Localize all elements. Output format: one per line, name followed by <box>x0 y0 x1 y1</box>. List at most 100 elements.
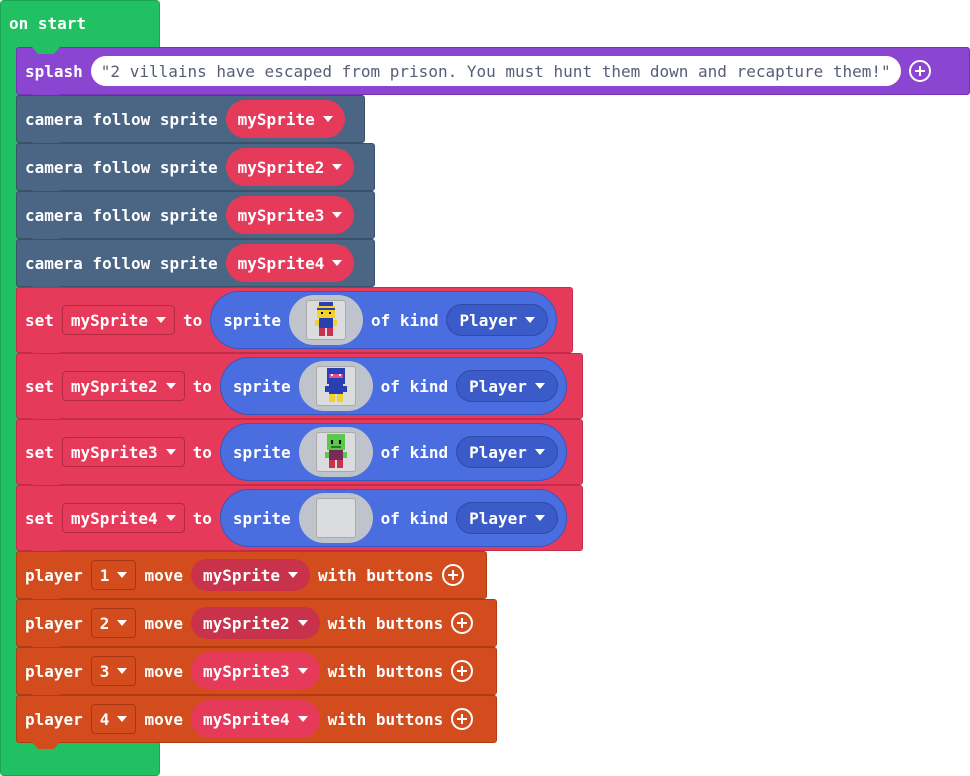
kind-label: Player <box>469 508 527 528</box>
sprite-variable-dropdown[interactable]: mySprite2 <box>190 607 320 639</box>
sprite-keyword: sprite <box>232 508 291 528</box>
player-keyword: player <box>25 613 83 633</box>
chevron-down-icon <box>155 317 166 323</box>
of-kind-keyword: of kind <box>380 508 449 528</box>
player-number-dropdown[interactable]: 1 <box>90 560 137 590</box>
variable-dropdown[interactable]: mySprite3 <box>61 437 185 467</box>
sprite-of-kind-block[interactable]: sprite of kind Player <box>219 489 567 547</box>
sprite-variable-label: mySprite <box>237 109 315 129</box>
variable-dropdown[interactable]: mySprite <box>61 305 175 335</box>
sprite-variable-label: mySprite2 <box>202 613 290 633</box>
yellow-hero-sprite-icon <box>306 300 347 340</box>
sprite-variable-label: mySprite <box>202 565 281 585</box>
sprite-image-picker[interactable] <box>298 427 373 477</box>
variable-label: mySprite2 <box>70 376 158 396</box>
chevron-down-icon <box>165 515 176 521</box>
kind-dropdown[interactable]: Player <box>456 502 558 534</box>
player-number-dropdown[interactable]: 2 <box>90 608 137 638</box>
chevron-down-icon <box>117 716 128 722</box>
expand-plus-icon[interactable] <box>451 708 474 730</box>
with-buttons-label: with buttons <box>327 661 444 681</box>
sprite-variable-label: mySprite4 <box>237 253 325 273</box>
sprite-variable-label: mySprite3 <box>237 205 325 225</box>
chevron-down-icon <box>117 572 128 578</box>
chevron-down-icon <box>288 572 299 578</box>
kind-dropdown[interactable]: Player <box>456 436 558 468</box>
move-keyword: move <box>144 661 183 681</box>
chevron-down-icon <box>534 449 545 455</box>
player-number-dropdown[interactable]: 3 <box>90 656 137 686</box>
kind-dropdown[interactable]: Player <box>456 370 558 402</box>
expand-plus-icon[interactable] <box>451 660 474 682</box>
move-keyword: move <box>144 709 183 729</box>
sprite-of-kind-block[interactable]: sprite of kind Player <box>219 423 567 481</box>
set-keyword: set <box>25 310 54 330</box>
kind-dropdown[interactable]: Player <box>446 304 549 336</box>
variable-label: mySprite4 <box>70 508 158 528</box>
sprite-variable-dropdown[interactable]: mySprite4 <box>190 700 320 738</box>
chevron-down-icon <box>297 668 308 674</box>
expand-plus-icon[interactable] <box>908 60 931 82</box>
player-move-block[interactable]: player 2 move mySprite2 with buttons <box>16 599 497 653</box>
sprite-of-kind-block[interactable]: sprite of kind Player <box>219 357 567 415</box>
player-number-dropdown[interactable]: 4 <box>90 704 137 734</box>
set-sprite-block[interactable]: set mySprite3 to sprite of kind Player <box>16 419 583 491</box>
to-keyword: to <box>192 376 212 396</box>
camera-follow-block[interactable]: camera follow sprite mySprite4 <box>16 239 375 293</box>
chevron-down-icon <box>117 668 128 674</box>
set-sprite-block[interactable]: set mySprite to sprite of kind Player <box>16 287 573 359</box>
set-keyword: set <box>25 376 54 396</box>
chevron-down-icon <box>332 164 343 170</box>
variable-dropdown[interactable]: mySprite4 <box>61 503 185 533</box>
player-move-block[interactable]: player 1 move mySprite with buttons <box>16 551 487 605</box>
sprite-variable-dropdown[interactable]: mySprite <box>190 559 311 591</box>
chevron-down-icon <box>332 212 343 218</box>
splash-keyword: splash <box>25 61 83 81</box>
of-kind-keyword: of kind <box>371 310 439 330</box>
expand-plus-icon[interactable] <box>451 612 474 634</box>
sprite-image-picker[interactable] <box>289 295 364 345</box>
variable-dropdown[interactable]: mySprite2 <box>61 371 185 401</box>
set-sprite-block[interactable]: set mySprite4 to sprite of kind Player <box>16 485 583 557</box>
sprite-keyword: sprite <box>232 376 291 396</box>
splash-text-input[interactable]: "2 villains have escaped from prison. Yo… <box>90 56 901 86</box>
chevron-down-icon <box>332 260 343 266</box>
camera-follow-label: camera follow sprite <box>25 109 218 129</box>
to-keyword: to <box>192 508 212 528</box>
sprite-of-kind-block[interactable]: sprite of kind Player <box>210 291 558 349</box>
expand-plus-icon[interactable] <box>441 564 464 586</box>
camera-follow-block[interactable]: camera follow sprite mySprite3 <box>16 191 375 245</box>
player-number-label: 1 <box>99 565 110 585</box>
player-number-label: 3 <box>99 661 110 681</box>
sprite-variable-dropdown[interactable]: mySprite <box>225 100 345 138</box>
splash-block[interactable]: splash "2 villains have escaped from pri… <box>16 47 970 101</box>
set-keyword: set <box>25 508 54 528</box>
chevron-down-icon <box>297 620 308 626</box>
chevron-down-icon <box>534 383 545 389</box>
sprite-variable-dropdown[interactable]: mySprite3 <box>190 652 320 690</box>
player-number-label: 2 <box>99 613 110 633</box>
sprite-variable-dropdown[interactable]: mySprite2 <box>225 148 355 186</box>
camera-follow-block[interactable]: camera follow sprite mySprite2 <box>16 143 375 197</box>
of-kind-keyword: of kind <box>380 376 449 396</box>
player-move-block[interactable]: player 4 move mySprite4 with buttons <box>16 695 497 749</box>
variable-label: mySprite <box>70 310 148 330</box>
sprite-variable-dropdown[interactable]: mySprite3 <box>225 196 355 234</box>
sprite-variable-label: mySprite3 <box>202 661 290 681</box>
kind-label: Player <box>459 310 518 330</box>
player-keyword: player <box>25 709 83 729</box>
camera-follow-label: camera follow sprite <box>25 157 218 177</box>
sprite-image-picker[interactable] <box>298 493 373 543</box>
camera-follow-label: camera follow sprite <box>25 205 218 225</box>
player-move-block[interactable]: player 3 move mySprite3 with buttons <box>16 647 497 701</box>
set-sprite-block[interactable]: set mySprite2 to sprite of kind Player <box>16 353 583 425</box>
camera-follow-block[interactable]: camera follow sprite mySprite <box>16 95 365 149</box>
on-start-label: on start <box>9 14 87 33</box>
sprite-variable-dropdown[interactable]: mySprite4 <box>225 244 355 282</box>
empty-sprite-icon <box>315 498 356 538</box>
sprite-keyword: sprite <box>232 442 291 462</box>
kind-label: Player <box>469 442 527 462</box>
with-buttons-label: with buttons <box>318 565 434 585</box>
sprite-image-picker[interactable] <box>298 361 373 411</box>
player-number-label: 4 <box>99 709 110 729</box>
